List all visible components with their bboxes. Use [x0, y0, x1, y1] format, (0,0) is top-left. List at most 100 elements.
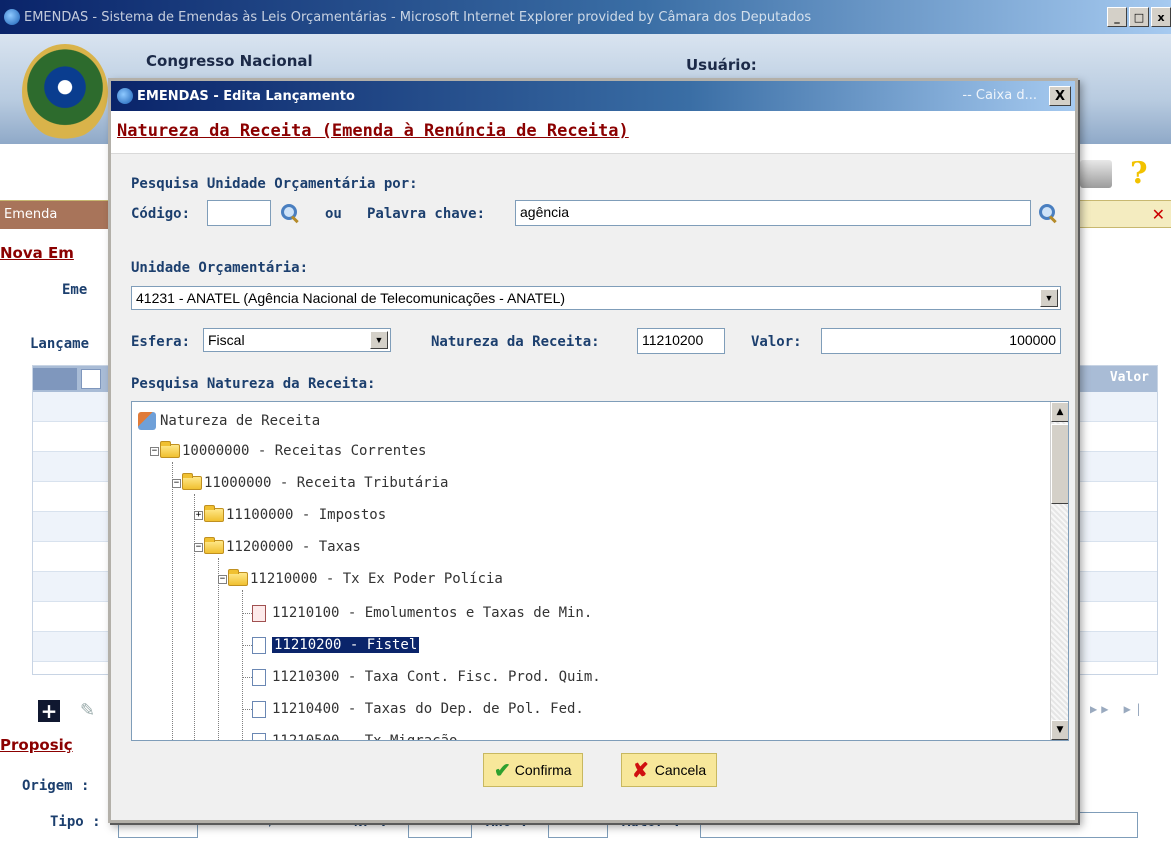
cancel-button[interactable]: ✘ Cancela: [621, 753, 718, 787]
collapse-toggle-icon[interactable]: −: [150, 446, 159, 456]
tree-node-11000000[interactable]: − 11000000 - Receita Tributária: [172, 472, 448, 494]
esfera-selected-value: Fiscal: [208, 332, 245, 348]
window-controls: _ □ x: [1105, 7, 1171, 27]
tree-node-label: 10000000 - Receitas Correntes: [182, 443, 427, 459]
dialog-titlebar: EMENDAS - Edita Lançamento -- Caixa d...…: [111, 81, 1075, 111]
header-toolbar: ?: [1080, 159, 1148, 189]
collapse-toggle-icon[interactable]: −: [172, 478, 181, 488]
chevron-down-icon[interactable]: ▼: [370, 331, 388, 349]
natureza-label: Natureza da Receita:: [431, 334, 600, 350]
tree-node-label-selected: 11210200 - Fistel: [272, 637, 420, 653]
codigo-label: Código:: [131, 206, 191, 222]
scroll-down-icon[interactable]: ▼: [1051, 720, 1068, 740]
dialog-title: EMENDAS - Edita Lançamento: [137, 88, 355, 104]
tree-guide: [172, 462, 173, 740]
document-icon: [252, 604, 266, 622]
folder-icon: [204, 505, 224, 522]
cancel-label: Cancela: [654, 762, 707, 778]
tree-node-11210200[interactable]: 11210200 - Fistel: [248, 634, 420, 656]
grid-valor-header: Valor: [1109, 370, 1149, 385]
help-icon[interactable]: ?: [1130, 159, 1148, 189]
tree-node-label: 11210500 - Tx Migração: [272, 733, 458, 741]
cross-icon: ✘: [632, 759, 649, 782]
unidade-selected-value: 41231 - ANATEL (Agência Nacional de Tele…: [136, 290, 566, 306]
tree-node-11210000[interactable]: − 11210000 - Tx Ex Poder Polícia: [218, 568, 503, 590]
grid-header-cell: [33, 368, 77, 390]
internet-explorer-icon: [4, 9, 20, 25]
tab-emenda[interactable]: Emenda: [0, 201, 110, 229]
tree-root[interactable]: Natureza de Receita: [138, 410, 320, 432]
folder-open-icon: [160, 441, 180, 458]
scrollbar-thumb[interactable]: [1051, 424, 1068, 504]
tree-node-11210400[interactable]: 11210400 - Taxas do Dep. de Pol. Fed.: [248, 698, 584, 720]
unidade-select[interactable]: 41231 - ANATEL (Agência Nacional de Tele…: [131, 286, 1061, 310]
maximize-button[interactable]: □: [1129, 7, 1149, 27]
chevron-down-icon[interactable]: ▼: [1040, 289, 1058, 307]
tree-node-label: 11100000 - Impostos: [226, 507, 387, 523]
dialog-title-right: -- Caixa d...: [962, 88, 1037, 103]
select-all-checkbox[interactable]: [81, 369, 101, 389]
valor-input[interactable]: 100000: [821, 328, 1061, 354]
confirm-label: Confirma: [514, 762, 572, 778]
scroll-up-icon[interactable]: ▲: [1051, 402, 1068, 422]
close-window-button[interactable]: x: [1151, 7, 1171, 27]
dialog-close-button[interactable]: X: [1049, 86, 1071, 106]
tree-node-11210300[interactable]: 11210300 - Taxa Cont. Fisc. Prod. Quim.: [248, 666, 601, 688]
document-icon: [252, 636, 266, 654]
tree-scrollbar[interactable]: ▲ ▼: [1050, 402, 1068, 740]
folder-open-icon: [204, 537, 224, 554]
document-icon: [252, 732, 266, 740]
unidade-label: Unidade Orçamentária:: [131, 260, 309, 276]
tree-node-label: 11210400 - Taxas do Dep. de Pol. Fed.: [272, 701, 584, 717]
document-icon: [252, 668, 266, 686]
coat-of-arms-logo: [22, 44, 108, 140]
tree-node-label: 11210000 - Tx Ex Poder Polícia: [250, 571, 503, 587]
folder-open-icon: [228, 569, 248, 586]
lancamentos-label: Lançame: [30, 336, 90, 352]
add-icon[interactable]: +: [38, 700, 60, 722]
organization-name: Congresso Nacional: [146, 52, 313, 70]
tree-node-11200000[interactable]: − 11200000 - Taxas: [194, 536, 361, 558]
tree-guide: [194, 494, 195, 740]
internet-explorer-icon: [117, 88, 133, 104]
esfera-select[interactable]: Fiscal ▼: [203, 328, 391, 352]
natureza-root-icon: [138, 412, 156, 430]
tree-node-11210500[interactable]: 11210500 - Tx Migração: [248, 730, 458, 741]
user-label: Usuário:: [686, 56, 757, 74]
collapse-toggle-icon[interactable]: −: [194, 542, 203, 552]
ou-label: ou: [325, 206, 342, 222]
confirm-button[interactable]: ✔ Confirma: [483, 753, 583, 787]
edit-icon[interactable]: ✎: [80, 700, 102, 722]
expand-toggle-icon[interactable]: +: [194, 510, 203, 520]
tipo-label: Tipo :: [50, 814, 101, 830]
natureza-tree[interactable]: Natureza de Receita − 10000000 - Receita…: [131, 401, 1069, 741]
natureza-input[interactable]: 11210200: [637, 328, 725, 354]
tree-node-label: 11210300 - Taxa Cont. Fisc. Prod. Quim.: [272, 669, 601, 685]
proposicao-link[interactable]: Proposiç: [0, 736, 73, 754]
search-codigo-icon[interactable]: [279, 202, 299, 222]
edita-lancamento-dialog: EMENDAS - Edita Lançamento -- Caixa d...…: [108, 78, 1078, 823]
emenda-label: Eme: [62, 282, 88, 298]
main-window-titlebar: EMENDAS - Sistema de Emendas às Leis Orç…: [0, 0, 1171, 34]
origem-label: Origem :: [22, 778, 90, 794]
pager-icons[interactable]: ▶▶ ▶|: [1090, 702, 1146, 716]
tree-node-11210100[interactable]: 11210100 - Emolumentos e Taxas de Min.: [248, 602, 592, 624]
codigo-input[interactable]: [207, 200, 271, 226]
tree-node-10000000[interactable]: − 10000000 - Receitas Correntes: [150, 440, 426, 462]
minimize-button[interactable]: _: [1107, 7, 1127, 27]
tree-node-label: 11000000 - Receita Tributária: [204, 475, 449, 491]
printer-icon[interactable]: [1080, 160, 1112, 188]
document-icon: [252, 700, 266, 718]
dialog-heading: Natureza da Receita (Emenda à Renúncia d…: [117, 121, 629, 141]
search-section-label: Pesquisa Unidade Orçamentária por:: [131, 176, 418, 192]
folder-open-icon: [182, 473, 202, 490]
tree-root-label: Natureza de Receita: [160, 413, 321, 429]
keyword-input[interactable]: agência: [515, 200, 1031, 226]
nova-emenda-link[interactable]: Nova Em: [0, 244, 74, 262]
search-keyword-icon[interactable]: [1037, 202, 1057, 222]
tree-section-label: Pesquisa Natureza da Receita:: [131, 376, 376, 392]
tree-node-label: 11200000 - Taxas: [226, 539, 361, 555]
collapse-toggle-icon[interactable]: −: [218, 574, 227, 584]
close-tab-icon[interactable]: ✕: [1152, 205, 1165, 224]
tree-node-11100000[interactable]: + 11100000 - Impostos: [194, 504, 386, 526]
